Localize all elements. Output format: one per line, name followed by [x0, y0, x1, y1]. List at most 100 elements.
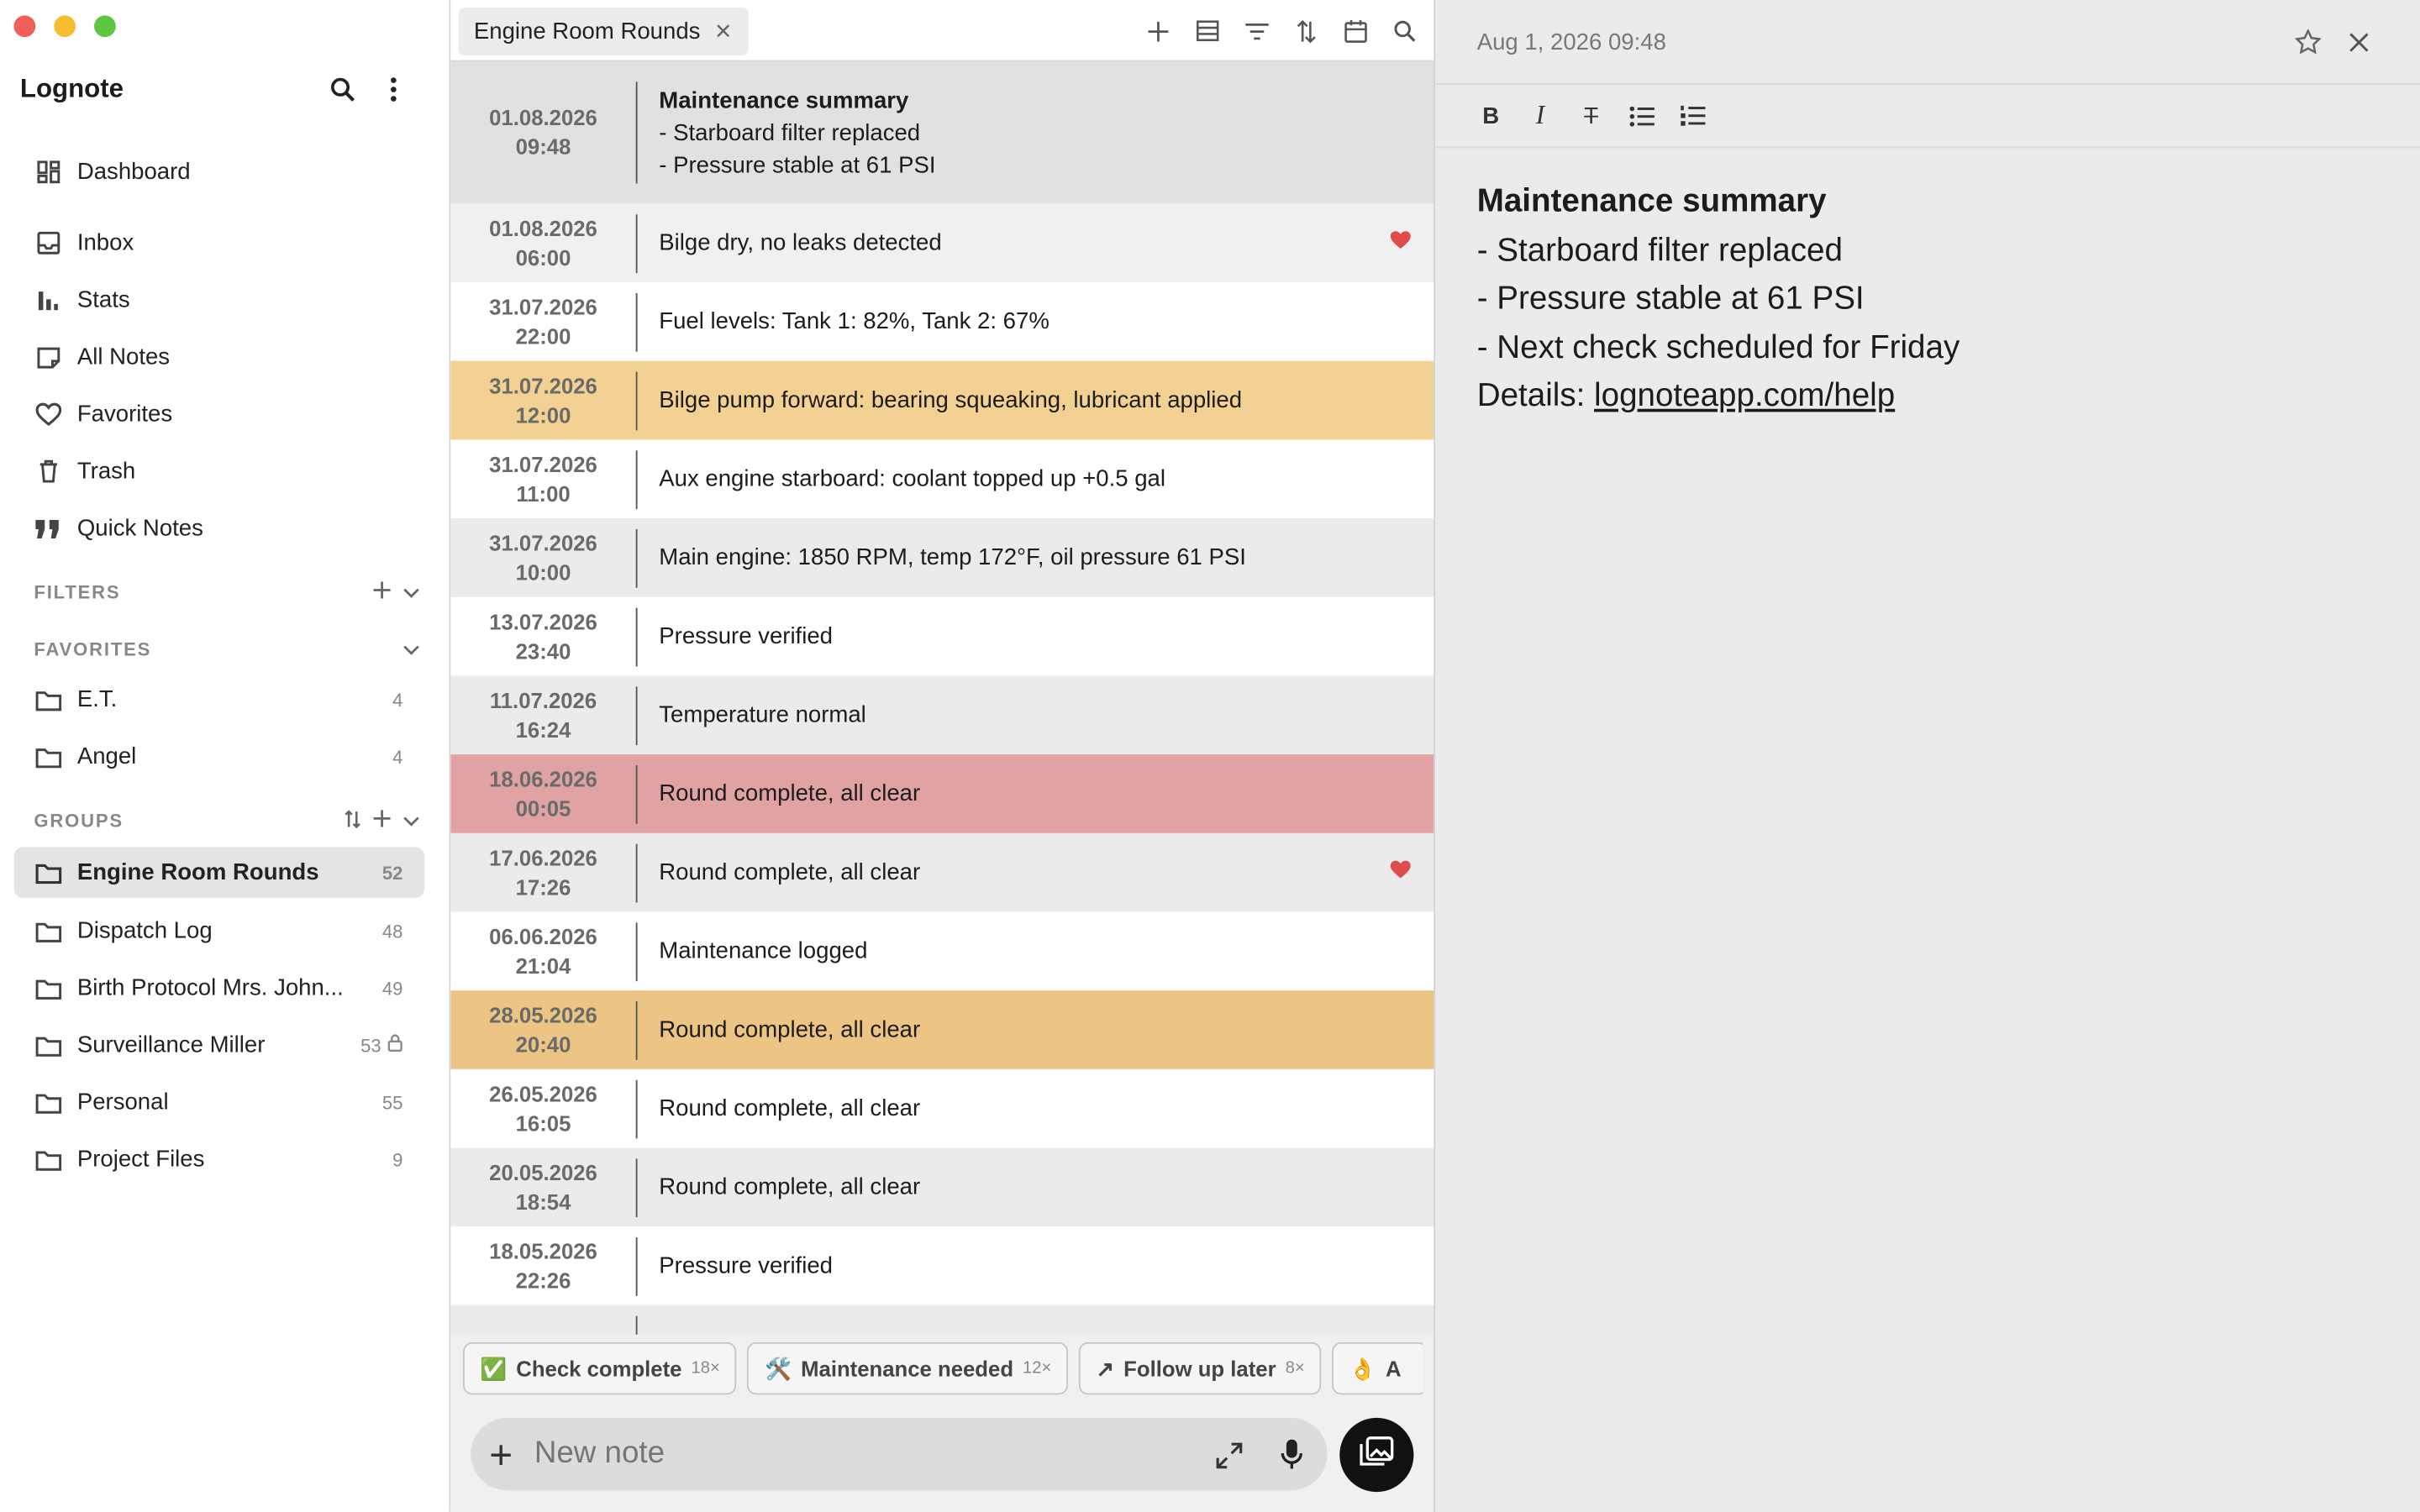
row-divider — [635, 843, 638, 902]
group-count: 48 — [381, 920, 403, 942]
group-item-dispatch-log[interactable]: Dispatch Log 48 — [14, 906, 425, 957]
nav-label: All Notes — [76, 344, 171, 370]
note-row[interactable]: 31.07.2026 22:00 Fuel levels: Tank 1: 82%,… — [450, 282, 1434, 361]
favorite-heart-icon[interactable] — [1389, 230, 1413, 258]
note-row[interactable]: 13.05.2026 — [450, 1305, 1434, 1335]
group-item-surveillance-miller[interactable]: Surveillance Miller 53 — [14, 1020, 425, 1071]
note-preview: Pressure verified — [659, 1252, 833, 1279]
note-row[interactable]: 31.07.2026 11:00 Aux engine starboard: coo… — [450, 439, 1434, 519]
favorite-item-et[interactable]: E.T. 4 — [14, 675, 425, 726]
nav-dashboard[interactable]: Dashboard — [14, 146, 425, 197]
note-date-day: 31.07.2026 — [489, 293, 597, 319]
nav-label: Dashboard — [76, 159, 191, 186]
numbered-list-icon[interactable] — [1677, 100, 1708, 131]
chip-count: 8× — [1285, 1359, 1305, 1378]
quick-tag-chip[interactable]: 🛠️ Maintenance needed 12× — [747, 1341, 1069, 1395]
nav-trash[interactable]: Trash — [14, 446, 425, 497]
nav-favorites[interactable]: Favorites — [14, 389, 425, 440]
note-date-day: 17.06.2026 — [489, 844, 597, 869]
note-row[interactable]: 11.07.2026 16:24 Temperature normal — [450, 675, 1434, 755]
close-tab-icon[interactable]: ✕ — [714, 18, 733, 45]
star-icon[interactable] — [2291, 26, 2323, 57]
view-mode-icon[interactable] — [1193, 15, 1221, 46]
note-date-time: 11:00 — [516, 480, 571, 506]
favorite-heart-icon[interactable] — [1389, 859, 1413, 887]
note-row[interactable]: 31.07.2026 10:00 Main engine: 1850 RPM, te… — [450, 518, 1434, 597]
note-row[interactable]: 18.06.2026 00:05 Round complete, all clear — [450, 754, 1434, 833]
note-row[interactable]: 06.06.2026 21:04 Maintenance logged — [450, 911, 1434, 991]
section-title: FAVORITES — [34, 638, 152, 661]
row-divider — [635, 1000, 638, 1059]
search-icon[interactable] — [327, 74, 358, 105]
note-editor[interactable]: Maintenance summary - Starboard filter r… — [1477, 177, 1960, 420]
notes-icon — [34, 344, 61, 371]
group-count: 49 — [381, 977, 403, 1000]
close-window-button[interactable] — [13, 15, 36, 38]
zoom-window-button[interactable] — [94, 15, 116, 38]
note-rows: 01.08.2026 09:48 Maintenance summary - Star… — [450, 61, 1434, 1335]
note-row[interactable]: 31.07.2026 12:00 Bilge pump forward: beari… — [450, 360, 1434, 440]
add-attachment-icon[interactable]: + — [489, 1434, 513, 1474]
add-filter-icon[interactable] — [373, 581, 391, 603]
note-date-time: 20:40 — [515, 1031, 571, 1057]
quick-tag-chip[interactable]: ✅ Check complete 18× — [463, 1341, 737, 1395]
sort-icon[interactable] — [1292, 15, 1319, 46]
sort-icon[interactable] — [345, 809, 361, 832]
chip-emoji-icon: ↗ — [1096, 1355, 1115, 1380]
note-row[interactable]: 13.07.2026 23:40 Pressure verified — [450, 596, 1434, 676]
favorite-item-angel[interactable]: Angel 4 — [14, 732, 425, 783]
note-preview: Bilge pump forward: bearing squeaking, l… — [659, 387, 1243, 414]
bullet-list-icon[interactable] — [1627, 100, 1658, 131]
row-divider — [635, 449, 638, 509]
note-preview: Aux engine starboard: coolant topped up … — [659, 465, 1166, 492]
italic-icon[interactable]: I — [1525, 100, 1556, 131]
group-item-personal[interactable]: Personal 55 — [14, 1077, 425, 1128]
add-icon[interactable] — [1144, 15, 1171, 46]
more-icon[interactable] — [378, 74, 409, 105]
note-row[interactable]: 17.06.2026 17:26 Round complete, all clear — [450, 832, 1434, 912]
favorite-label: E.T. — [76, 686, 118, 713]
note-row[interactable]: 26.05.2026 16:05 Round complete, all clear — [450, 1068, 1434, 1148]
note-row[interactable]: 01.08.2026 09:48 Maintenance summary - Star… — [450, 61, 1434, 204]
favorites-section-header: FAVORITES — [34, 638, 423, 660]
strikethrough-icon[interactable]: T — [1576, 100, 1607, 131]
close-icon[interactable] — [2343, 26, 2374, 57]
quick-tag-chip[interactable]: 👌 A — [1332, 1341, 1423, 1395]
tab-engine-room-rounds[interactable]: Engine Room Rounds ✕ — [458, 8, 748, 56]
bold-icon[interactable]: B — [1476, 100, 1507, 131]
nav-inbox[interactable]: Inbox — [14, 218, 425, 269]
group-item-project-files[interactable]: Project Files 9 — [14, 1134, 425, 1185]
microphone-icon[interactable] — [1275, 1438, 1308, 1472]
chevron-down-icon[interactable] — [402, 810, 419, 832]
expand-icon[interactable] — [1212, 1438, 1245, 1472]
add-group-icon[interactable] — [373, 810, 391, 832]
note-row[interactable]: 28.05.2026 20:40 Round complete, all clear — [450, 990, 1434, 1069]
nav-all-notes[interactable]: All Notes — [14, 332, 425, 383]
new-note-input[interactable] — [534, 1436, 1183, 1473]
filter-icon[interactable] — [1243, 15, 1270, 46]
group-item-birth-protocol[interactable]: Birth Protocol Mrs. John... 49 — [14, 963, 425, 1014]
nav-quick-notes[interactable]: Quick Notes — [14, 503, 425, 554]
editor-line: - Starboard filter replaced — [1476, 232, 1843, 268]
group-label: Project Files — [76, 1146, 205, 1173]
note-date-day: 01.08.2026 — [489, 104, 597, 130]
note-row[interactable]: 18.05.2026 22:26 Pressure verified — [450, 1226, 1434, 1305]
search-icon[interactable] — [1391, 15, 1418, 46]
section-title: FILTERS — [34, 581, 121, 604]
calendar-icon[interactable] — [1341, 15, 1369, 46]
note-row[interactable]: 20.05.2026 18:54 Round complete, all clear — [450, 1147, 1434, 1227]
media-gallery-button[interactable] — [1339, 1417, 1414, 1493]
note-preview-line: - Pressure stable at 61 PSI — [659, 151, 936, 179]
note-row[interactable]: 01.08.2026 06:00 Bilge dry, no leaks detec… — [450, 203, 1434, 283]
nav-stats[interactable]: Stats — [14, 275, 425, 326]
minimize-window-button[interactable] — [54, 15, 76, 38]
folder-icon — [34, 858, 61, 886]
group-item-engine-room-rounds[interactable]: Engine Room Rounds 52 — [13, 847, 425, 898]
chevron-down-icon[interactable] — [402, 638, 419, 660]
note-date: 31.07.2026 11:00 — [450, 449, 635, 508]
quick-tag-chips: ✅ Check complete 18× 🛠️ Maintenance needed 12… — [463, 1341, 1423, 1401]
note-date-day: 11.07.2026 — [489, 687, 597, 712]
chevron-down-icon[interactable] — [402, 581, 419, 603]
quick-tag-chip[interactable]: ↗ Follow up later 8× — [1079, 1341, 1322, 1395]
help-link[interactable]: lognoteapp.com/help — [1594, 378, 1895, 413]
